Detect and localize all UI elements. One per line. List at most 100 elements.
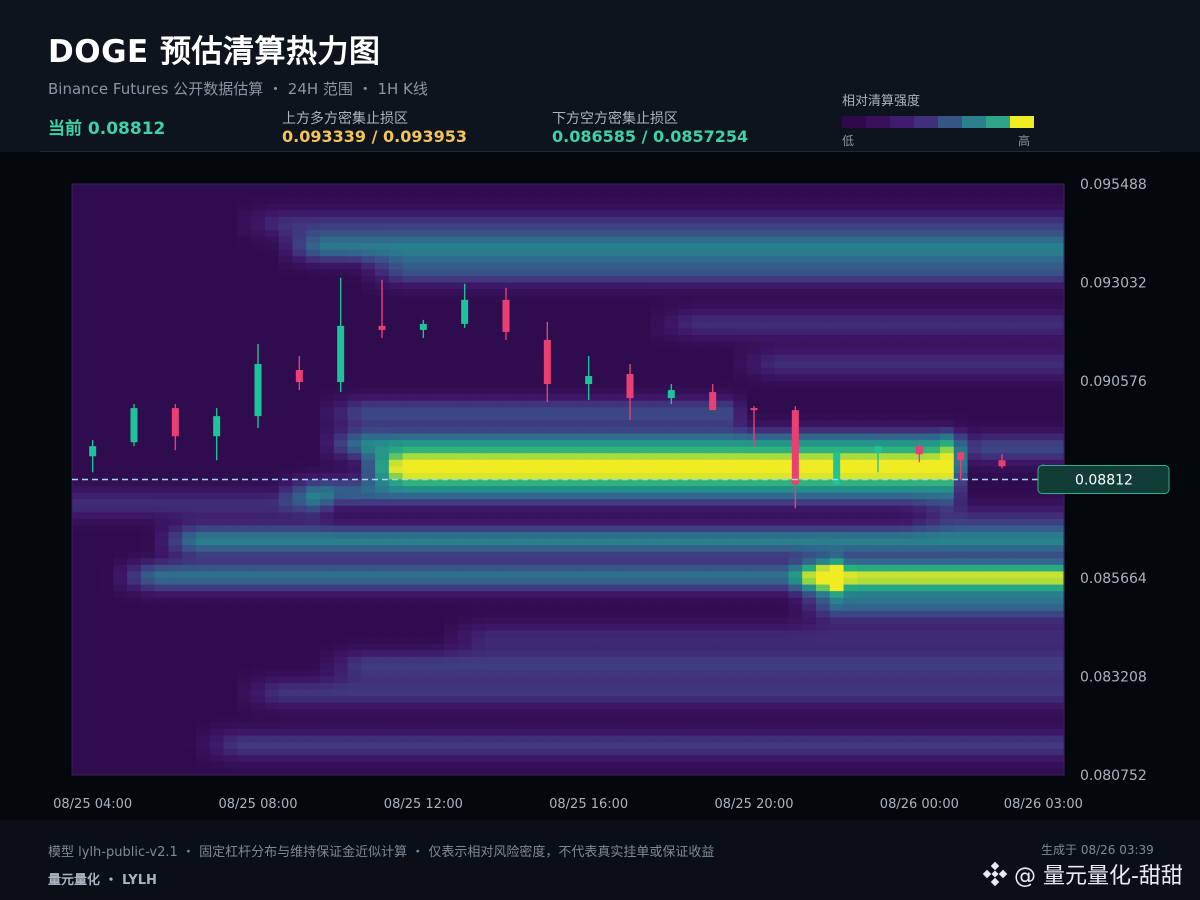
- heat-cell: [760, 184, 776, 192]
- heat-cell: [154, 335, 170, 343]
- heat-cell: [788, 197, 803, 205]
- heat-cell: [636, 676, 652, 684]
- heat-cell: [650, 479, 666, 487]
- heat-cell: [306, 249, 321, 257]
- heat-cell: [347, 505, 362, 513]
- heat-cell: [209, 210, 225, 218]
- heat-cell: [223, 538, 238, 546]
- heat-cell: [237, 761, 252, 770]
- heat-cell: [664, 223, 679, 231]
- heat-cell: [636, 381, 652, 389]
- heat-cell: [568, 275, 583, 284]
- heat-cell: [168, 715, 183, 724]
- heat-cell: [182, 282, 197, 290]
- heat-cell: [223, 551, 238, 559]
- heat-cell: [719, 210, 734, 218]
- heat-cell: [499, 229, 514, 238]
- heat-cell: [72, 354, 87, 362]
- heat-cell: [430, 190, 445, 198]
- heat-cell: [182, 190, 197, 198]
- heat-cell: [140, 702, 156, 710]
- heat-cell: [540, 578, 555, 586]
- heat-cell: [512, 512, 528, 520]
- heat-cell: [719, 197, 734, 205]
- heat-cell: [485, 361, 500, 369]
- heat-cell: [416, 302, 431, 310]
- heat-cell: [306, 669, 321, 678]
- heat-cell: [692, 262, 707, 270]
- heat-cell: [499, 709, 514, 717]
- heat-cell: [526, 722, 542, 730]
- heat-cell: [182, 538, 197, 546]
- heat-cell: [581, 499, 597, 507]
- heat-cell: [361, 256, 376, 264]
- heat-cell: [251, 558, 266, 566]
- heat-cell: [829, 236, 845, 244]
- heat-cell: [678, 742, 693, 750]
- heat-cell: [733, 676, 748, 684]
- heat-cell: [416, 669, 431, 678]
- heat-cell: [816, 505, 831, 513]
- heat-cell: [581, 420, 597, 428]
- heat-cell: [237, 354, 252, 362]
- heat-cell: [168, 236, 183, 244]
- heat-cell: [264, 361, 280, 369]
- heat-cell: [650, 538, 666, 546]
- heat-cell: [636, 190, 652, 198]
- heat-cell: [196, 302, 211, 310]
- heat-cell: [747, 282, 762, 290]
- heat-cell: [623, 538, 638, 546]
- heat-cell: [444, 256, 459, 264]
- heat-cell: [747, 275, 762, 284]
- heat-cell: [719, 216, 734, 224]
- heat-cell: [788, 341, 803, 349]
- heat-cell: [581, 578, 597, 586]
- heat-cell: [320, 341, 335, 349]
- heat-cell: [223, 722, 238, 730]
- heat-cell: [816, 518, 831, 527]
- heat-cell: [333, 440, 349, 448]
- heat-cell: [595, 197, 610, 205]
- heat-cell: [471, 466, 486, 474]
- heat-cell: [278, 545, 294, 553]
- heat-cell: [747, 184, 762, 192]
- heat-cell: [127, 315, 142, 323]
- heat-cell: [209, 394, 225, 402]
- heat-cell: [320, 197, 335, 205]
- heat-cell: [72, 558, 87, 566]
- heat-cell: [581, 729, 597, 737]
- heat-cell: [581, 623, 597, 632]
- heat-cell: [705, 446, 721, 454]
- heat-cell: [168, 709, 183, 717]
- heat-cell: [512, 742, 528, 750]
- heat-cell: [113, 499, 128, 507]
- heat-cell: [251, 512, 266, 520]
- heat-cell: [306, 742, 321, 750]
- heat-cell: [127, 374, 142, 382]
- heat-cell: [333, 643, 349, 651]
- heat-cell: [568, 663, 583, 671]
- heat-cell: [99, 229, 114, 238]
- heat-cell: [540, 617, 555, 625]
- heat-cell: [485, 696, 500, 704]
- heat-cell: [347, 486, 362, 494]
- heat-cell: [747, 564, 762, 573]
- heat-cell: [251, 551, 266, 559]
- heat-cell: [650, 492, 666, 500]
- heat-cell: [113, 236, 128, 244]
- heat-cell: [347, 361, 362, 369]
- heat-cell: [264, 321, 280, 330]
- heat-cell: [375, 413, 390, 421]
- heat-cell: [636, 722, 652, 730]
- heat-cell: [788, 321, 803, 330]
- heat-cell: [388, 709, 404, 717]
- heat-cell: [650, 374, 666, 382]
- heat-cell: [774, 361, 790, 369]
- heat-cell: [581, 262, 597, 270]
- heat-cell: [705, 663, 721, 671]
- heat-cell: [623, 623, 638, 632]
- heat-cell: [347, 440, 362, 448]
- heat-cell: [402, 617, 418, 625]
- heat-cell: [430, 184, 445, 192]
- heat-cell: [292, 755, 307, 763]
